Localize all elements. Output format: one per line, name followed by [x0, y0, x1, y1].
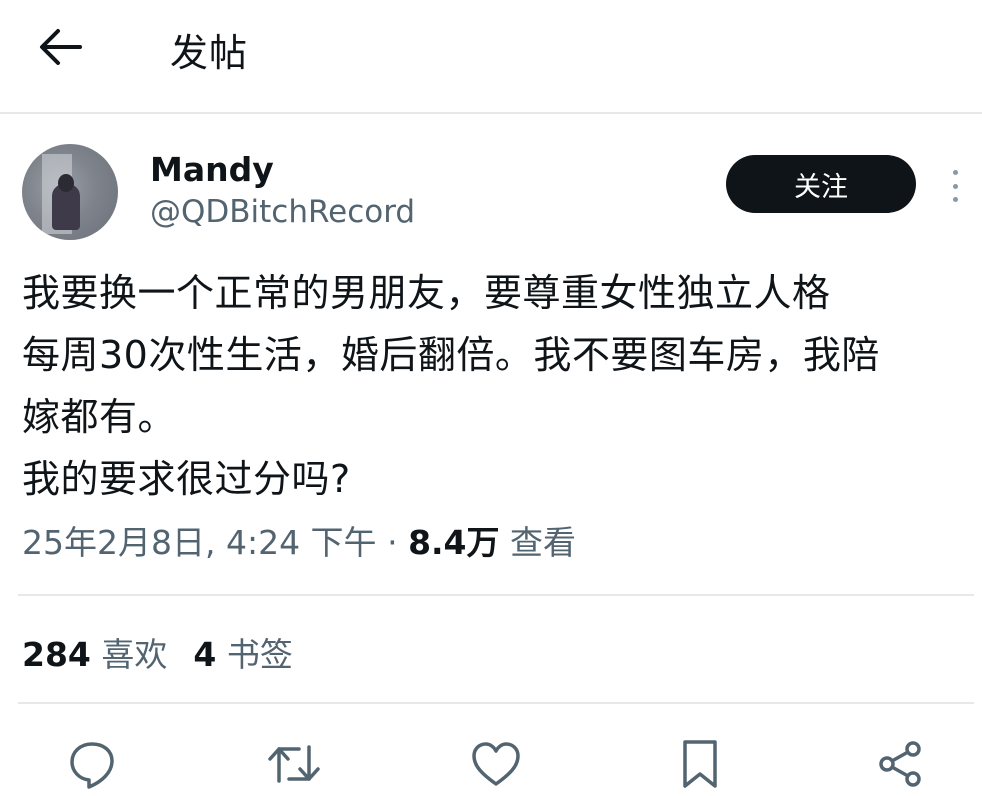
bookmarks-stat[interactable]: 4 书签 — [193, 635, 292, 674]
avatar[interactable] — [22, 144, 118, 240]
bookmark-icon — [679, 738, 721, 790]
likes-stat[interactable]: 284 喜欢 — [22, 635, 167, 674]
likes-label: 喜欢 — [101, 635, 168, 674]
repost-button[interactable] — [266, 736, 322, 792]
share-icon — [875, 739, 925, 789]
post-text: 我要换一个正常的男朋友，要尊重女性独立人格 每周30次性生活，婚后翻倍。我不要图… — [22, 262, 972, 510]
repost-icon — [267, 739, 321, 789]
page-title: 发帖 — [170, 31, 249, 75]
post-timestamp[interactable]: 25年2月8日, 4:24 下午 — [22, 523, 377, 562]
bookmarks-label: 书签 — [226, 635, 293, 674]
divider — [18, 594, 974, 596]
more-vertical-icon — [952, 170, 958, 175]
post-text-line: 我要换一个正常的男朋友，要尊重女性独立人格 — [22, 271, 831, 315]
author-display-name[interactable]: Mandy — [150, 150, 274, 189]
likes-count: 284 — [22, 635, 91, 674]
post-stats: 284 喜欢 4 书签 — [22, 628, 293, 676]
post-text-line: 我的要求很过分吗? — [22, 457, 351, 501]
top-bar: 发帖 — [0, 0, 982, 114]
meta-separator: · — [387, 523, 398, 562]
divider — [18, 702, 974, 704]
post-text-line: 嫁都有。 — [22, 395, 177, 439]
share-button[interactable] — [872, 736, 928, 792]
follow-button[interactable]: 关注 — [726, 155, 916, 213]
like-button[interactable] — [468, 736, 524, 792]
arrow-left-icon — [38, 28, 82, 66]
author-handle[interactable]: @QDBitchRecord — [150, 194, 415, 230]
post-text-line: 每周30次性生活，婚后翻倍。我不要图车房，我陪 — [22, 333, 880, 377]
like-icon — [470, 740, 522, 788]
reply-button[interactable] — [64, 736, 120, 792]
bookmarks-count: 4 — [193, 635, 217, 674]
post-meta: 25年2月8日, 4:24 下午 · 8.4万 查看 — [22, 516, 576, 564]
reply-icon — [67, 739, 117, 789]
bookmark-button[interactable] — [672, 736, 728, 792]
more-options-button[interactable] — [942, 166, 968, 206]
views-count: 8.4万 — [408, 523, 500, 562]
back-button[interactable] — [34, 24, 86, 70]
action-bar — [0, 728, 982, 796]
views-label: 查看 — [510, 523, 577, 562]
